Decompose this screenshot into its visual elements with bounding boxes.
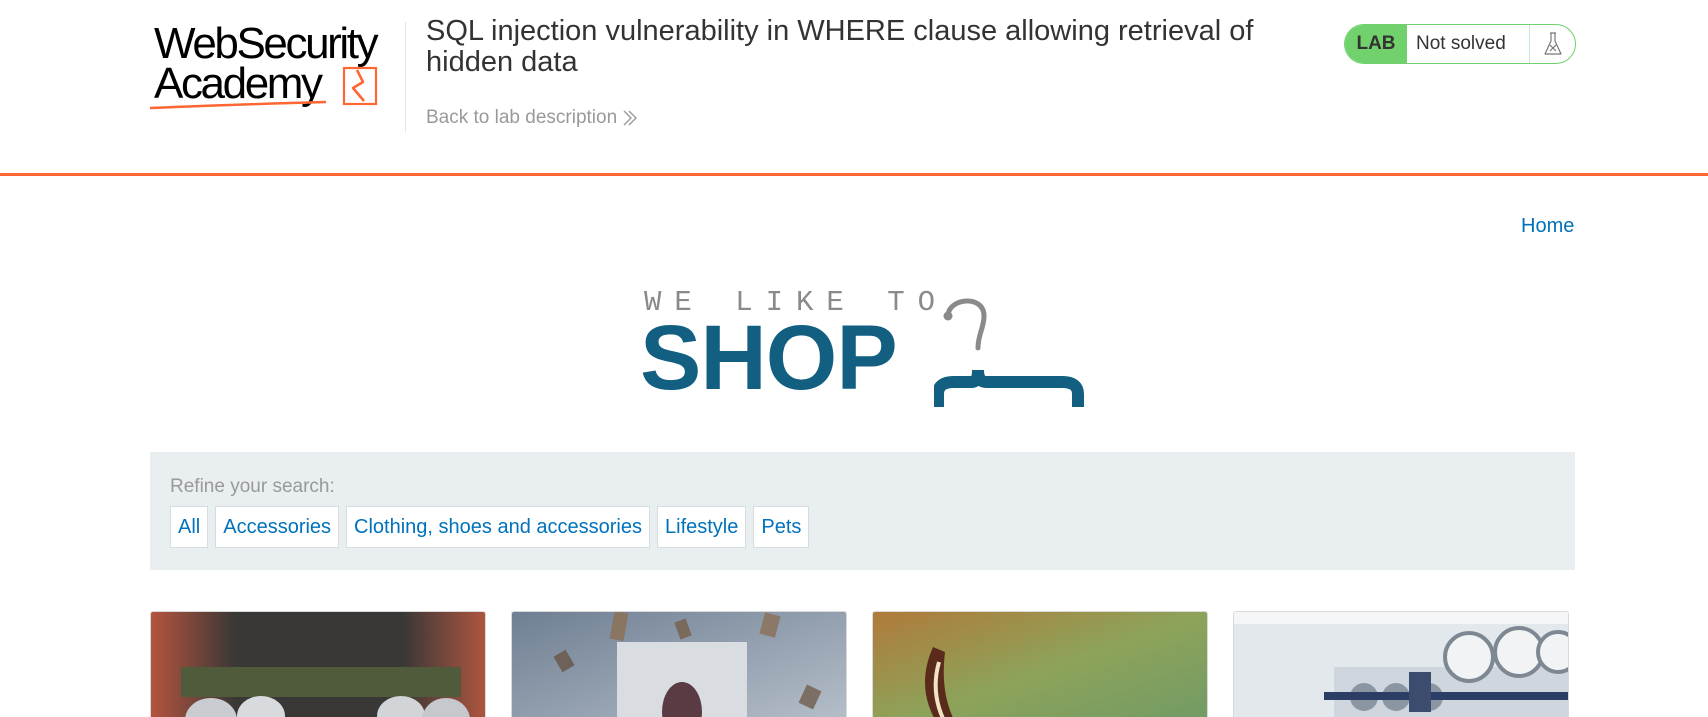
filter-panel: Refine your search: All Accessories Clot… [150, 452, 1575, 570]
lab-status-widget: LAB Not solved [1344, 24, 1576, 64]
flask-icon [1530, 25, 1575, 63]
lab-status-text: Not solved [1407, 25, 1530, 63]
product-card[interactable] [1233, 611, 1569, 717]
filter-tag-lifestyle[interactable]: Lifestyle [657, 506, 747, 548]
web-security-academy-logo[interactable]: WebSecurity Academy [150, 22, 402, 114]
filter-label: Refine your search: [170, 476, 335, 497]
shop-logo: WE LIKE TO SHOP [640, 286, 1090, 412]
shop-wordmark: SHOP [640, 307, 898, 409]
home-nav-link[interactable]: Home [1521, 215, 1574, 238]
filter-tag-accessories[interactable]: Accessories [215, 506, 340, 548]
product-image [1234, 612, 1568, 717]
product-image [873, 612, 1207, 717]
back-link-label: Back to lab description [426, 107, 618, 128]
filter-tag-pets[interactable]: Pets [753, 506, 810, 548]
product-image [151, 612, 485, 717]
product-card[interactable] [872, 611, 1208, 717]
product-image [512, 612, 846, 717]
academy-header: WebSecurity Academy SQL injection vulner… [0, 0, 1708, 176]
filter-tag-all[interactable]: All [170, 506, 209, 548]
double-chevron-right-icon [623, 110, 638, 126]
logo-mark-icon [150, 66, 378, 110]
filter-tag-clothing[interactable]: Clothing, shoes and accessories [346, 506, 650, 548]
clothes-hanger-icon [934, 298, 1084, 407]
category-filter-list: All Accessories Clothing, shoes and acce… [170, 506, 810, 548]
product-grid [150, 611, 1575, 717]
header-divider [405, 22, 406, 132]
lab-badge: LAB [1345, 25, 1407, 63]
lab-title: SQL injection vulnerability in WHERE cla… [426, 15, 1254, 78]
product-card[interactable] [511, 611, 847, 717]
product-card[interactable] [150, 611, 486, 717]
back-to-lab-description-link[interactable]: Back to lab description [426, 107, 639, 129]
